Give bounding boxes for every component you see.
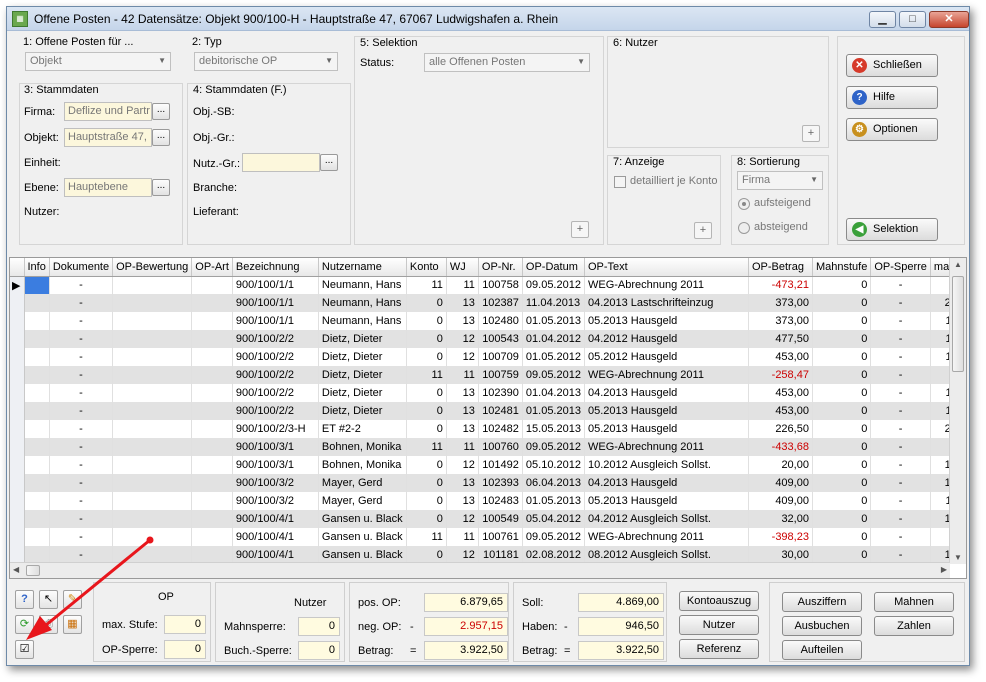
annotation-arrow-tail (146, 536, 154, 544)
annotation-arrow-head (26, 616, 52, 640)
annotation-arrow (26, 536, 154, 640)
annotation-arrow-line (38, 538, 152, 632)
